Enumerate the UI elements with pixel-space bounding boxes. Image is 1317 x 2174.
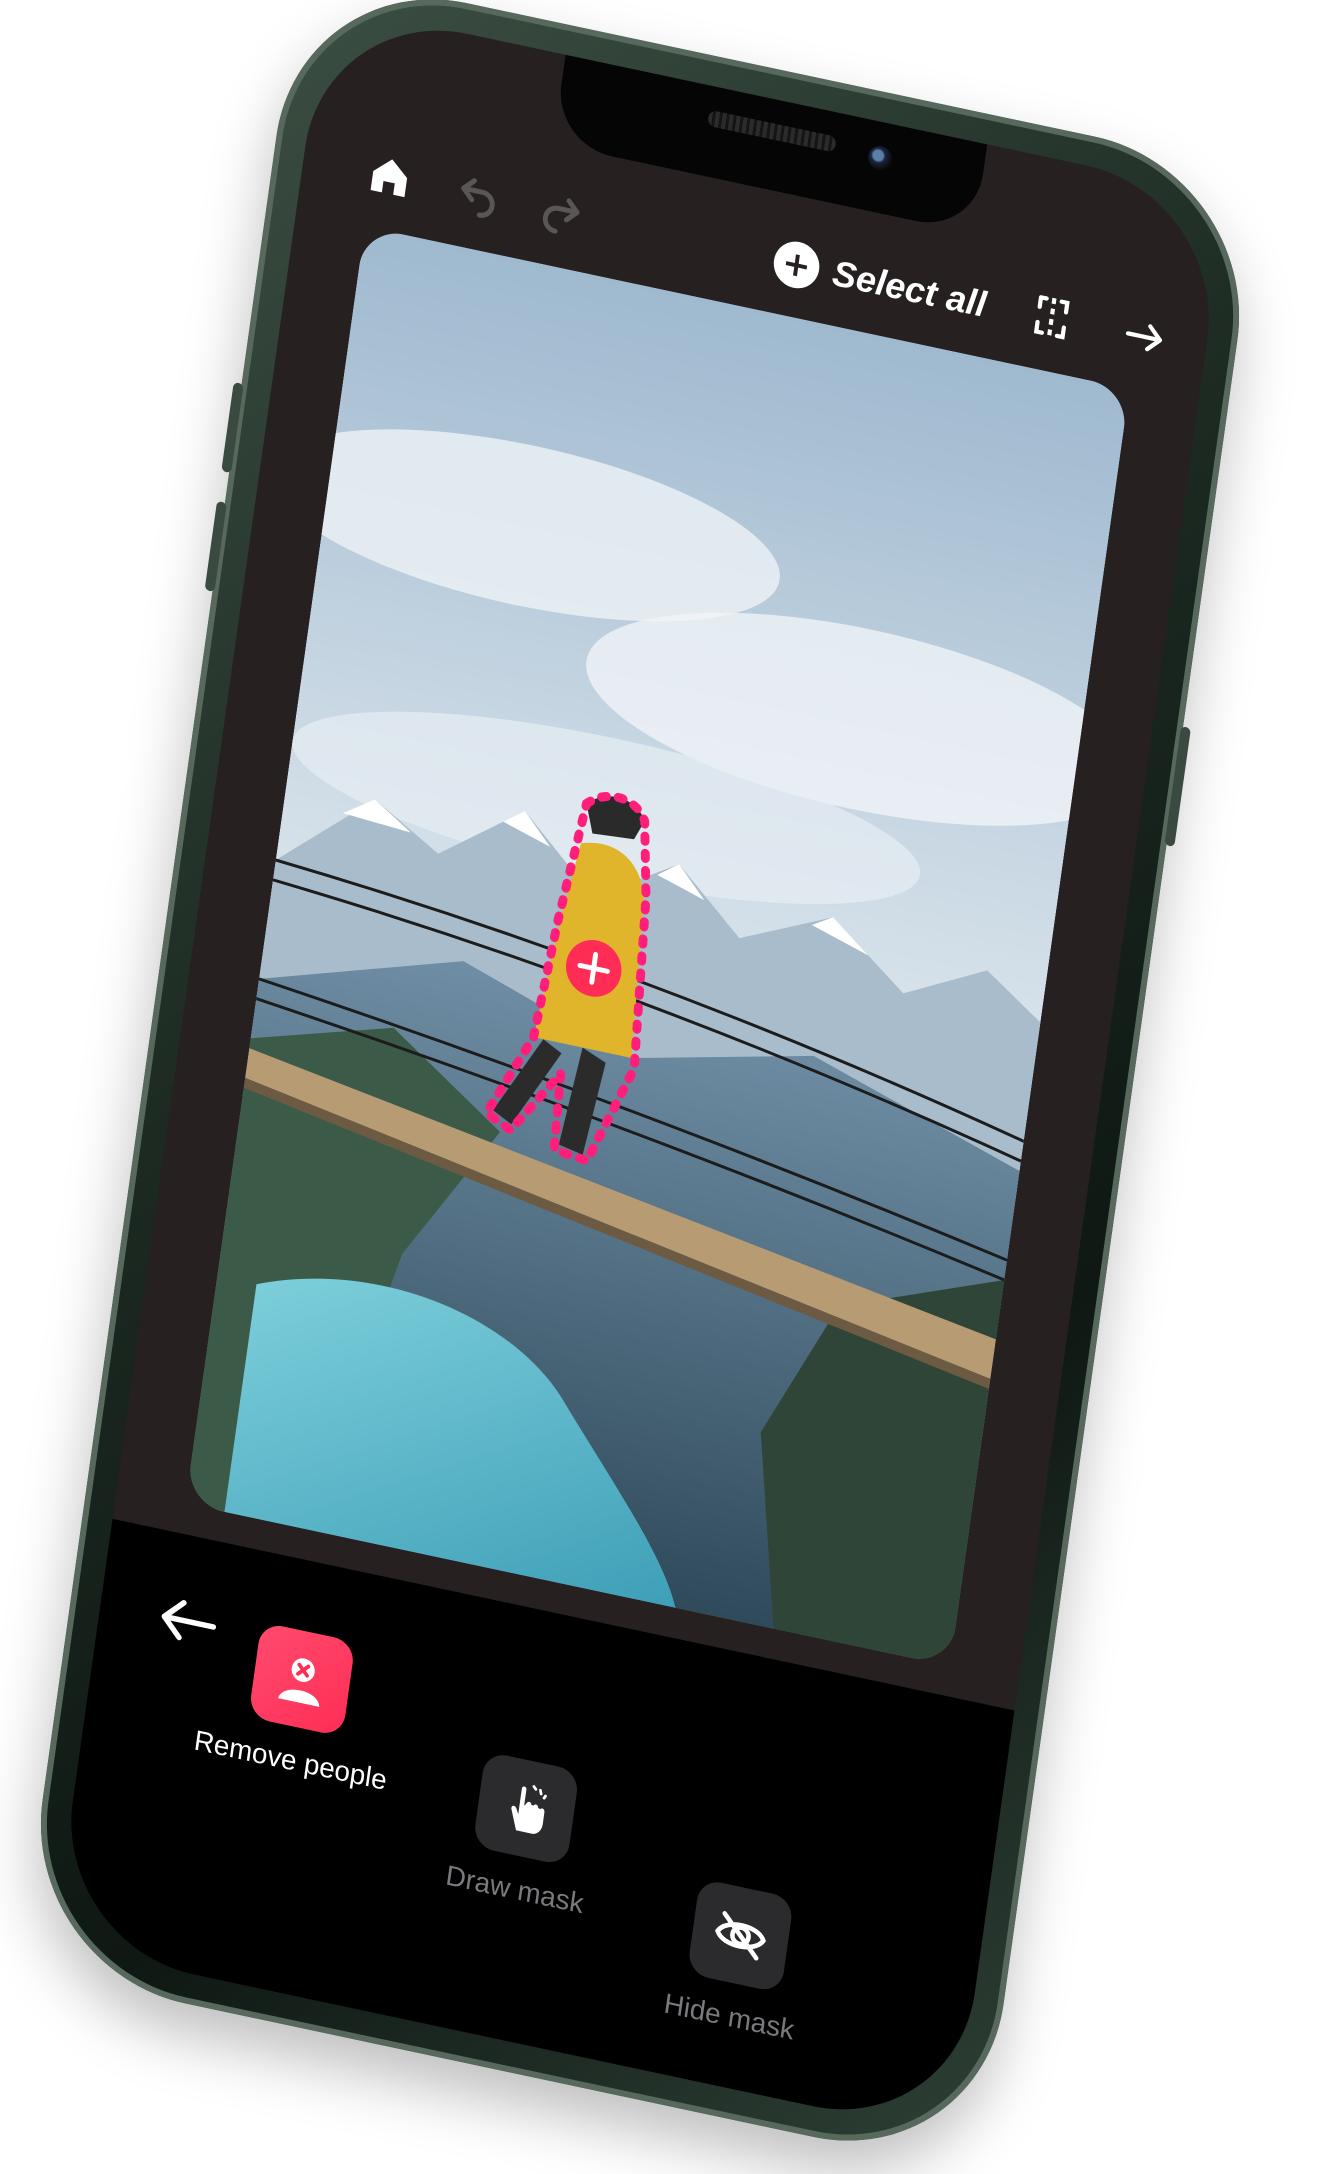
- undo-icon[interactable]: [447, 162, 510, 229]
- landscape-photo: [185, 226, 1130, 1667]
- front-camera: [866, 143, 894, 173]
- tool-label-remove-people: Remove people: [192, 1724, 389, 1796]
- eye-off-icon: [686, 1878, 795, 1994]
- volume-down-button: [204, 500, 227, 592]
- remove-people-tool[interactable]: Remove people: [180, 1609, 416, 1799]
- hide-mask-tool[interactable]: Hide mask: [619, 1865, 855, 2055]
- app-screen: + Select all Remove people Draw mask Hid…: [52, 3, 1228, 2137]
- remove-person-icon: [248, 1621, 356, 1737]
- draw-mask-tool[interactable]: Draw mask: [405, 1738, 641, 1928]
- redo-icon[interactable]: [530, 179, 593, 246]
- tool-label-hide-mask: Hide mask: [662, 1987, 797, 2046]
- side-button: [1164, 726, 1191, 848]
- home-icon[interactable]: [359, 143, 422, 210]
- volume-up-button: [221, 381, 244, 474]
- tool-label-draw-mask: Draw mask: [443, 1859, 586, 1920]
- select-all-button[interactable]: + Select all: [770, 232, 990, 332]
- select-all-label: Select all: [830, 251, 989, 326]
- photo-canvas[interactable]: [185, 226, 1130, 1667]
- speaker-grille: [707, 109, 837, 153]
- phone-frame: + Select all Remove people Draw mask Hid…: [18, 0, 1262, 2173]
- compare-icon[interactable]: [1020, 284, 1083, 351]
- arrow-right-icon[interactable]: [1114, 303, 1177, 370]
- hand-pointer-icon: [472, 1751, 580, 1867]
- plus-circle-icon: +: [770, 237, 823, 293]
- mockup-scene: + Select all Remove people Draw mask Hid…: [0, 0, 1317, 2173]
